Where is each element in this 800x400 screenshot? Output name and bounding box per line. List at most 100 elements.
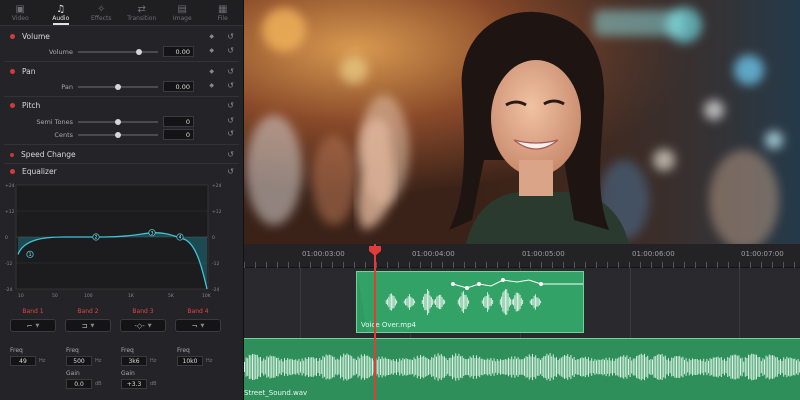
timecode-label: 01:00:06:00 [632, 250, 675, 258]
ruler-tick [420, 262, 421, 268]
tab-transition[interactable]: ⇄ Transition [122, 0, 163, 25]
ruler-tick [365, 262, 366, 268]
band-3-gain-field[interactable]: +3.3 [121, 379, 147, 389]
band-2-freq-field[interactable]: 500 [66, 356, 92, 366]
low-shelf-icon: ⌐ [26, 321, 33, 330]
eq-node-label: 3 [151, 230, 154, 236]
ruler-tick [640, 262, 641, 268]
band-1-freq-field[interactable]: 49 [10, 356, 36, 366]
pan-value-field[interactable]: 0.00 [163, 81, 194, 92]
eq-node-2[interactable]: 2 [92, 233, 100, 241]
playhead[interactable] [374, 244, 376, 400]
tab-audio[interactable]: ♫ Audio [41, 0, 82, 25]
x-tick-label: 5K [168, 293, 175, 299]
tab-image[interactable]: ▤ Image [162, 0, 203, 25]
cents-value-field[interactable]: 0 [163, 129, 194, 140]
reset-icon[interactable]: ↺ [227, 150, 234, 159]
enable-toggle[interactable] [10, 103, 15, 108]
editor-window: ▣ Video ♫ Audio ✧ Effects ⇄ Transition ▤ Imag… [0, 0, 800, 400]
divider [4, 144, 239, 145]
video-icon: ▣ [15, 3, 25, 15]
reset-icon[interactable]: ↺ [227, 32, 234, 41]
volume-row: Volume 0.00 ◆ ↺ [48, 46, 234, 57]
tab-effects[interactable]: ✧ Effects [81, 0, 122, 25]
video-viewer[interactable] [244, 0, 800, 244]
chevron-down-icon: ▼ [90, 322, 95, 329]
x-tick-label: 10 [18, 293, 24, 299]
voice-over-clip[interactable]: Voice Over.mp4 [356, 271, 584, 333]
band-1: Band 1 ⌐ ▼ [10, 308, 56, 332]
keyframe-icon[interactable]: ◆ [209, 47, 214, 54]
reset-icon[interactable]: ↺ [227, 167, 234, 176]
reset-icon[interactable]: ↺ [227, 101, 234, 110]
ruler-tick [651, 262, 652, 268]
eq-node-3[interactable]: 3 [148, 229, 156, 237]
slider-knob[interactable] [115, 84, 121, 90]
eq-node-4[interactable]: 4 [176, 233, 184, 241]
timeline-ruler[interactable]: 01:00:03:00 01:00:04:00 01:00:05:00 01:0… [244, 244, 800, 268]
slider-knob[interactable] [115, 132, 121, 138]
band-1-shape-dropdown[interactable]: ⌐ ▼ [10, 319, 56, 332]
face [491, 60, 581, 176]
ruler-tick [541, 262, 542, 268]
speed-change-section-header[interactable]: Speed Change ↺ [0, 147, 244, 162]
enable-toggle[interactable] [10, 34, 15, 39]
band-4-shape-dropdown[interactable]: ¬ ▼ [175, 319, 221, 332]
semitones-value-field[interactable]: 0 [163, 116, 194, 127]
pan-slider[interactable] [78, 84, 158, 90]
reset-icon[interactable]: ↺ [227, 67, 234, 76]
reset-icon[interactable]: ↺ [227, 116, 234, 125]
reset-icon[interactable]: ↺ [227, 46, 234, 55]
ruler-tick [266, 262, 267, 268]
keyframe-icon[interactable]: ◆ [209, 33, 214, 40]
ruler-tick [255, 262, 256, 268]
band-4-freq-field[interactable]: 10k0 [177, 356, 203, 366]
pitch-section-header[interactable]: Pitch ↺ [0, 98, 244, 113]
bell-icon: -◇- [134, 321, 145, 330]
cents-slider[interactable] [78, 132, 158, 138]
reset-icon[interactable]: ↺ [227, 81, 234, 90]
enable-toggle[interactable] [10, 69, 15, 74]
ruler-tick [464, 262, 465, 268]
ruler-tick [662, 262, 663, 268]
cents-row: Cents 0 ↺ [54, 129, 234, 140]
ruler-tick [475, 262, 476, 268]
tab-file[interactable]: ▦ File [203, 0, 244, 25]
ruler-tick [431, 262, 432, 268]
volume-value-field[interactable]: 0.00 [163, 46, 194, 57]
semitones-row: Semi Tones 0 ↺ [36, 116, 234, 127]
reset-icon[interactable]: ↺ [227, 129, 234, 138]
playhead-handle[interactable] [368, 246, 382, 256]
pan-section-header[interactable]: Pan ◆ ↺ [0, 64, 244, 79]
ruler-tick [761, 262, 762, 268]
tab-video[interactable]: ▣ Video [0, 0, 41, 25]
ruler-tick [552, 262, 553, 268]
expand-chevron-icon[interactable] [10, 152, 14, 157]
eq-node-1[interactable]: 1 [26, 250, 34, 258]
timeline-panel[interactable]: 01:00:03:00 01:00:04:00 01:00:05:00 01:0… [244, 244, 800, 400]
clip-name: Voice Over.mp4 [361, 321, 416, 329]
enable-toggle[interactable] [10, 169, 15, 174]
ruler-tick [728, 262, 729, 268]
equalizer-section-header[interactable]: Equalizer ↺ [0, 164, 244, 179]
timecode-label: 01:00:04:00 [412, 250, 455, 258]
keyframe-icon[interactable]: ◆ [209, 82, 214, 89]
timecode-label: 01:00:07:00 [741, 250, 784, 258]
band-3: Band 3 -◇- ▼ [120, 308, 166, 332]
semitones-slider[interactable] [78, 119, 158, 125]
volume-slider[interactable] [78, 49, 158, 55]
band-4: Band 4 ¬ ▼ [175, 308, 221, 332]
ruler-tick [673, 262, 674, 268]
volume-section-header[interactable]: Volume ◆ ↺ [0, 29, 244, 44]
magic-wand-icon: ✧ [97, 3, 106, 15]
band-3-shape-dropdown[interactable]: -◇- ▼ [120, 319, 166, 332]
band-2-gain-field[interactable]: 0.0 [66, 379, 92, 389]
slider-knob[interactable] [135, 49, 142, 55]
street-sound-clip[interactable]: Street_Sound.wav [244, 338, 800, 400]
band-3-freq-field[interactable]: 3k6 [121, 356, 147, 366]
slider-knob[interactable] [115, 119, 121, 125]
eq-node-label: 1 [29, 252, 32, 258]
keyframe-icon[interactable]: ◆ [209, 68, 214, 75]
band-2-shape-dropdown[interactable]: ⊐ ▼ [65, 319, 111, 332]
equalizer-graph[interactable]: +24 +24 +12 +12 0 0 -12 -12 -24 -24 10 50 100 1K 5K 10K… [4, 183, 236, 303]
